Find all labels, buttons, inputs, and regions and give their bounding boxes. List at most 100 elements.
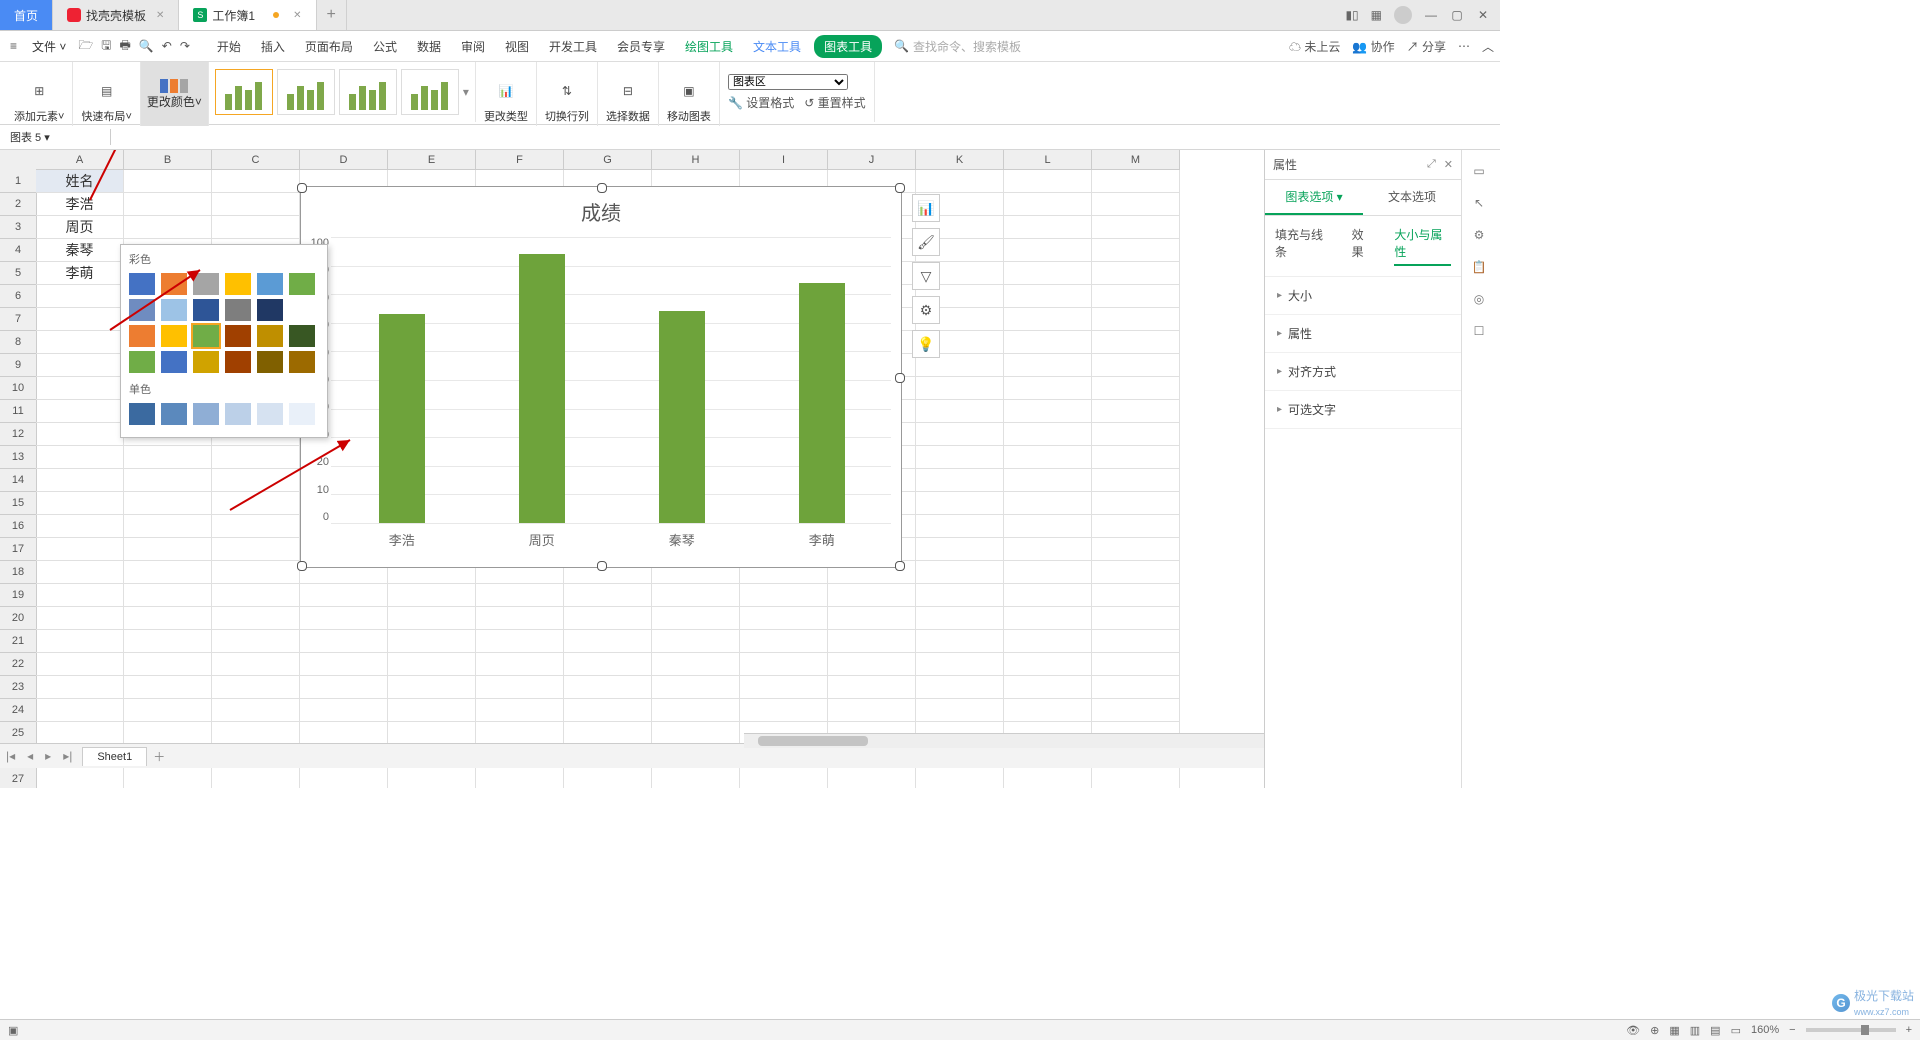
view-normal-icon[interactable]: ▦: [1669, 1024, 1679, 1037]
row-header[interactable]: 8: [0, 331, 37, 354]
color-swatch[interactable]: [257, 273, 283, 295]
cell[interactable]: [828, 584, 916, 607]
target-icon[interactable]: ⊕: [1650, 1024, 1659, 1037]
cell[interactable]: [916, 492, 1004, 515]
new-tab-button[interactable]: +: [317, 0, 347, 30]
cell[interactable]: [388, 722, 476, 745]
cell[interactable]: [1092, 239, 1180, 262]
chart-idea-button[interactable]: 💡: [912, 330, 940, 358]
cell[interactable]: [124, 469, 212, 492]
settings-side-icon[interactable]: ⚙: [1474, 228, 1485, 242]
cell[interactable]: [1004, 239, 1092, 262]
cell[interactable]: [1004, 354, 1092, 377]
cell[interactable]: [212, 446, 300, 469]
cell[interactable]: [212, 607, 300, 630]
move-chart-button[interactable]: ▣移动图表: [659, 62, 720, 126]
cell[interactable]: [564, 584, 652, 607]
row-header[interactable]: 11: [0, 400, 37, 423]
cell[interactable]: [1092, 699, 1180, 722]
view-break-icon[interactable]: ▤: [1710, 1024, 1720, 1037]
tab-template[interactable]: 找壳壳模板✕: [53, 0, 179, 30]
tab-workbook[interactable]: S工作簿1✕: [179, 0, 316, 30]
cell[interactable]: [476, 653, 564, 676]
cell[interactable]: [124, 216, 212, 239]
cell[interactable]: 秦琴: [36, 239, 124, 262]
chart-element-selector[interactable]: 图表区 🔧 设置格式↺ 重置样式: [720, 62, 875, 122]
cell[interactable]: [212, 515, 300, 538]
color-swatch[interactable]: [257, 325, 283, 347]
color-swatch[interactable]: [193, 325, 219, 347]
prop-sec-size[interactable]: 大小: [1265, 277, 1461, 315]
cell[interactable]: [1004, 216, 1092, 239]
tab-review[interactable]: 审阅: [454, 34, 492, 59]
row-header[interactable]: 2: [0, 193, 37, 216]
color-swatch[interactable]: [129, 403, 155, 425]
row-header[interactable]: 15: [0, 492, 37, 515]
cell[interactable]: [1004, 561, 1092, 584]
cell[interactable]: [916, 515, 1004, 538]
col-header[interactable]: A: [36, 150, 124, 170]
cell[interactable]: [652, 676, 740, 699]
change-color-button[interactable]: 更改颜色˅: [141, 62, 209, 126]
cell[interactable]: [212, 193, 300, 216]
name-box[interactable]: 图表 5 ▾: [0, 129, 111, 145]
color-swatch[interactable]: [257, 299, 283, 321]
close-icon[interactable]: ✕: [293, 10, 301, 21]
zoom-value[interactable]: 160%: [1751, 1024, 1779, 1036]
cell[interactable]: [916, 423, 1004, 446]
row-header[interactable]: 6: [0, 285, 37, 308]
cell[interactable]: [1004, 400, 1092, 423]
cell[interactable]: [916, 630, 1004, 653]
chart-object[interactable]: 成绩 1009080706050403020100 李浩周页秦琴李萌: [300, 186, 902, 568]
cell[interactable]: [36, 377, 124, 400]
tab-insert[interactable]: 插入: [254, 34, 292, 59]
cell[interactable]: [124, 722, 212, 745]
col-header[interactable]: C: [212, 150, 300, 170]
cell[interactable]: [300, 607, 388, 630]
color-swatch[interactable]: [161, 325, 187, 347]
cell[interactable]: [1092, 193, 1180, 216]
row-header[interactable]: 18: [0, 561, 37, 584]
cell[interactable]: [1092, 676, 1180, 699]
color-swatch[interactable]: [129, 273, 155, 295]
cell[interactable]: [212, 170, 300, 193]
color-swatch[interactable]: [289, 325, 315, 347]
cell[interactable]: [476, 584, 564, 607]
color-swatch[interactable]: [193, 403, 219, 425]
row-header[interactable]: 5: [0, 262, 37, 285]
cell[interactable]: [212, 561, 300, 584]
cell[interactable]: [212, 216, 300, 239]
row-header[interactable]: 25: [0, 722, 37, 745]
select-tool-icon[interactable]: ▭: [1473, 164, 1484, 178]
cell[interactable]: [36, 653, 124, 676]
share-button[interactable]: ↗ 分享: [1407, 38, 1446, 55]
cell[interactable]: [388, 630, 476, 653]
cell[interactable]: [36, 354, 124, 377]
cell[interactable]: [1004, 515, 1092, 538]
more-icon[interactable]: ⋯: [1458, 39, 1470, 53]
col-header[interactable]: L: [1004, 150, 1092, 170]
add-sheet-button[interactable]: ＋: [147, 748, 171, 765]
row-header[interactable]: 24: [0, 699, 37, 722]
cell[interactable]: [476, 607, 564, 630]
color-swatch[interactable]: [161, 403, 187, 425]
cell[interactable]: [1092, 400, 1180, 423]
cell[interactable]: [36, 423, 124, 446]
cell[interactable]: [124, 446, 212, 469]
cell[interactable]: [1092, 308, 1180, 331]
color-swatch[interactable]: [193, 273, 219, 295]
cell[interactable]: [740, 676, 828, 699]
cell[interactable]: [388, 653, 476, 676]
cell[interactable]: [1092, 262, 1180, 285]
prop-tab-chart[interactable]: 图表选项 ▾: [1265, 180, 1363, 215]
cell[interactable]: [124, 630, 212, 653]
cell[interactable]: [828, 768, 916, 788]
preview-icon[interactable]: 🔍: [139, 39, 154, 53]
color-swatch[interactable]: [161, 351, 187, 373]
cell[interactable]: [1092, 331, 1180, 354]
quick-layout-button[interactable]: ▤快速布局˅: [73, 62, 140, 126]
cell[interactable]: [36, 630, 124, 653]
row-header[interactable]: 23: [0, 676, 37, 699]
cell[interactable]: [916, 469, 1004, 492]
grid-icon[interactable]: ▦: [1371, 8, 1382, 22]
